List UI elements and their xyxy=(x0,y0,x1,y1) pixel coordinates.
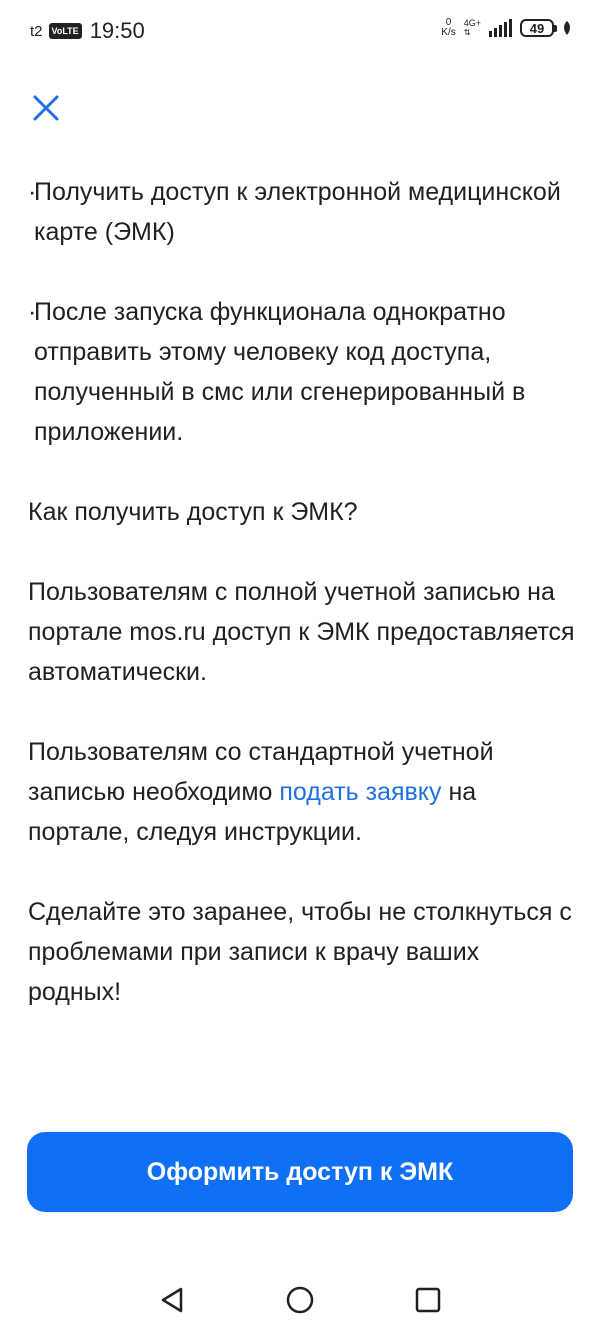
triangle-back-icon xyxy=(161,1287,183,1313)
nav-back-button[interactable] xyxy=(152,1280,192,1320)
net-type-label: 4G+ xyxy=(463,18,481,28)
carrier-label: t2 xyxy=(30,22,43,40)
status-right: 0 K/s 4G+ ⇅ 49 xyxy=(441,18,572,38)
close-icon xyxy=(33,95,59,121)
status-clock: 19:50 xyxy=(89,18,145,43)
circle-home-icon xyxy=(286,1286,314,1314)
net-type: 4G+ ⇅ xyxy=(463,18,481,38)
bullet-text-emk-access: Получить доступ к электронной медицинско… xyxy=(34,178,561,246)
signal-icon xyxy=(489,19,512,37)
advice-paragraph: Сделайте это заранее, чтобы не столкнуть… xyxy=(28,898,572,1006)
status-bar: t2 VoLTE 19:50 0 K/s 4G+ ⇅ 49 xyxy=(0,0,600,64)
battery-level: 49 xyxy=(529,20,545,36)
get-emk-access-button[interactable]: Оформить доступ к ЭМК xyxy=(27,1132,573,1212)
volte-badge: VoLTE xyxy=(48,23,82,39)
full-account-paragraph: Пользователям с полной учетной записью н… xyxy=(28,578,575,686)
bullet-text-send-code: После запуска функционала однократно отп… xyxy=(34,298,526,446)
info-content: · Получить доступ к электронной медицинс… xyxy=(28,172,576,1052)
net-speed: 0 K/s xyxy=(441,18,455,38)
close-button[interactable] xyxy=(28,90,64,126)
nav-home-button[interactable] xyxy=(280,1280,320,1320)
submit-request-link[interactable]: подать заявку xyxy=(279,778,441,806)
square-recents-icon xyxy=(415,1287,441,1313)
system-nav-bar xyxy=(0,1268,600,1332)
leaf-icon xyxy=(564,21,570,35)
net-arrows-icon: ⇅ xyxy=(463,28,471,37)
status-left: t2 VoLTE 19:50 xyxy=(30,18,145,44)
battery-icon: 49 xyxy=(520,19,557,37)
question-heading: Как получить доступ к ЭМК? xyxy=(28,498,358,526)
net-speed-unit: K/s xyxy=(441,27,456,38)
bullet-item: · После запуска функционала однократно о… xyxy=(28,292,576,452)
bullet-item: · Получить доступ к электронной медицинс… xyxy=(28,172,576,252)
nav-recents-button[interactable] xyxy=(408,1280,448,1320)
standard-account-paragraph: Пользователям со стандартной учетной зап… xyxy=(28,732,576,852)
